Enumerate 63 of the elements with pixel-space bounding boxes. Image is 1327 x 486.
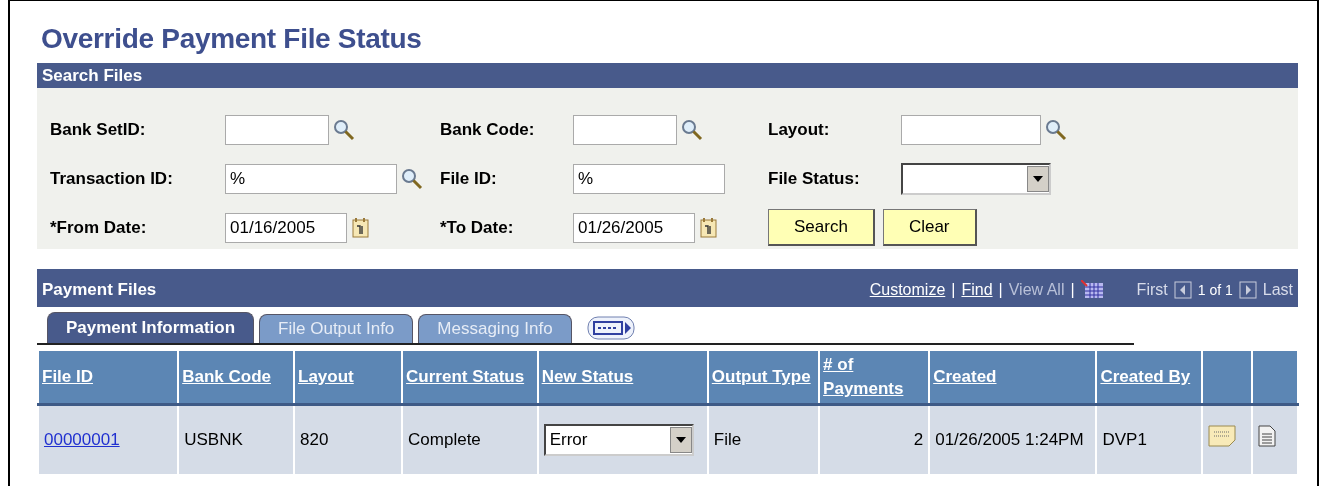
search-button[interactable]: Search: [768, 209, 875, 246]
tab[interactable]: Messaging Info: [418, 314, 572, 343]
column-header[interactable]: # of Payments: [819, 351, 930, 405]
table-cell: Complete: [402, 404, 538, 475]
field-label: File Status:: [768, 168, 861, 189]
column-header[interactable]: Output Type: [707, 351, 820, 405]
page-count: 1 of 1: [1197, 282, 1233, 298]
page-title: Override Payment File Status: [41, 23, 423, 55]
column-header[interactable]: Current Status: [402, 351, 538, 405]
date-field[interactable]: 01/26/2005: [573, 212, 695, 243]
field-label: Layout:: [768, 119, 831, 140]
separator: |: [1070, 281, 1075, 299]
pager-first: First: [1136, 281, 1168, 299]
field-label: Bank Code:: [440, 119, 536, 140]
input-field[interactable]: [901, 114, 1041, 145]
date-field[interactable]: 01/16/2005: [225, 212, 347, 243]
file-id-link[interactable]: 00000001: [44, 430, 120, 449]
field-label: *To Date:: [440, 217, 515, 238]
document-icon[interactable]: [1257, 425, 1276, 447]
caret-icon: [1033, 175, 1043, 182]
calendar-icon[interactable]: [351, 216, 371, 239]
tab[interactable]: File Output Info: [259, 314, 414, 343]
search-icon[interactable]: [401, 167, 423, 190]
search-icon[interactable]: [1045, 118, 1067, 141]
field-label: *From Date:: [50, 217, 148, 238]
table-cell: USBNK: [178, 404, 294, 475]
separator: |: [951, 281, 956, 299]
status-dropdown[interactable]: Error: [543, 424, 694, 456]
input-field[interactable]: %: [573, 163, 725, 194]
separator: |: [998, 281, 1003, 299]
input-field[interactable]: %: [225, 163, 397, 194]
column-header[interactable]: New Status: [537, 351, 708, 405]
input-field[interactable]: [573, 114, 677, 145]
calendar-icon[interactable]: [699, 216, 719, 239]
column-header[interactable]: Bank Code: [178, 351, 294, 405]
field-label: File ID:: [440, 168, 498, 189]
field-label: Transaction ID:: [50, 168, 174, 189]
previous-icon[interactable]: [1173, 281, 1192, 299]
table-cell: File: [707, 404, 820, 475]
show-all-tabs-icon[interactable]: [586, 315, 637, 341]
column-header[interactable]: File ID: [38, 351, 179, 405]
table-cell: 2: [819, 404, 930, 475]
input-field[interactable]: [225, 114, 329, 145]
section-title: Payment Files: [42, 280, 157, 300]
table-cell: DVP1: [1096, 404, 1202, 475]
nav-link[interactable]: Customize: [869, 281, 946, 299]
clear-button[interactable]: Clear: [882, 209, 977, 246]
nav-link[interactable]: Find: [961, 281, 993, 299]
table-cell: 820: [294, 404, 403, 475]
tab[interactable]: Payment Information: [47, 312, 255, 343]
pager-last: Last: [1262, 281, 1293, 299]
column-header[interactable]: Created: [929, 351, 1097, 405]
field-label: Bank SetID:: [50, 119, 147, 140]
column-header[interactable]: Created By: [1096, 351, 1202, 405]
status-dropdown[interactable]: [901, 162, 1051, 195]
next-icon[interactable]: [1238, 281, 1257, 299]
search-icon[interactable]: [333, 118, 355, 141]
caret-icon: [675, 437, 686, 443]
section-header: Search Files: [37, 63, 1298, 88]
search-icon[interactable]: [681, 118, 703, 141]
grid-icon[interactable]: [1080, 280, 1105, 300]
column-header[interactable]: Layout: [294, 351, 403, 405]
table-cell: 01/26/2005 1:24PM: [929, 404, 1097, 475]
